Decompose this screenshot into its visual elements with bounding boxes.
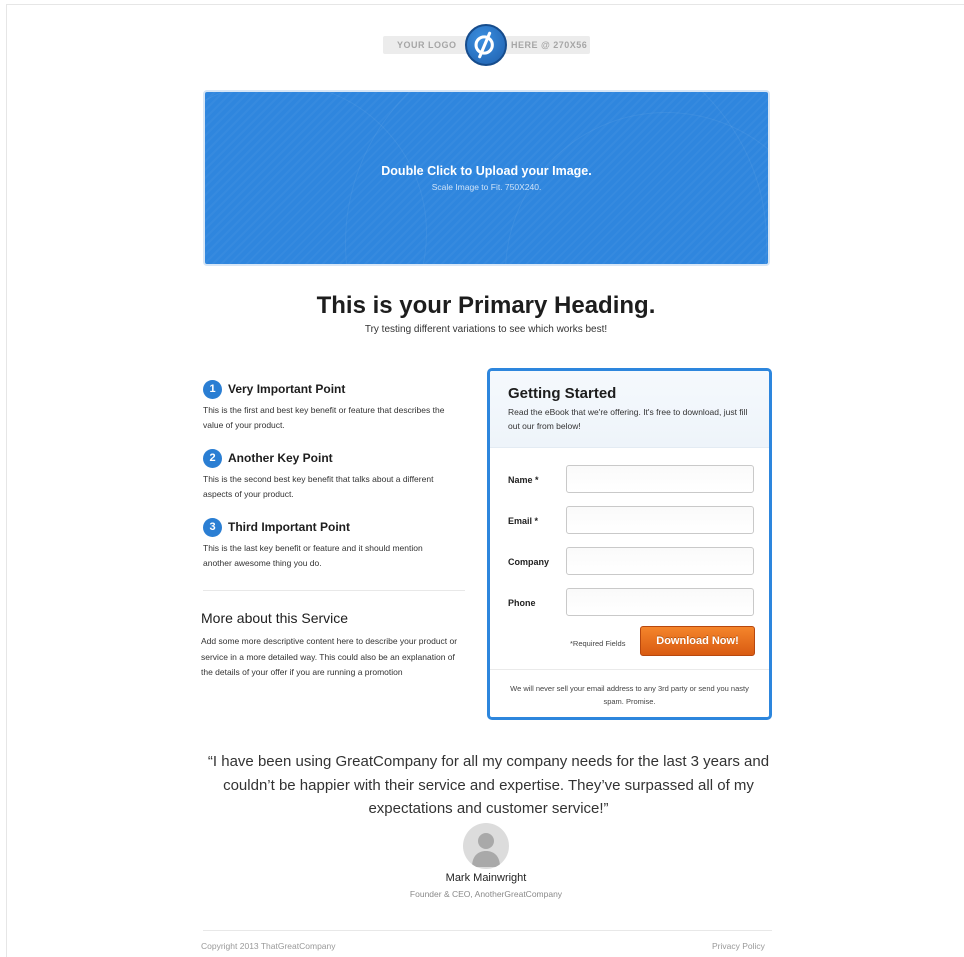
- company-label: Company: [508, 557, 550, 567]
- required-fields-note: *Required Fields: [570, 639, 626, 648]
- name-label: Name *: [508, 475, 539, 485]
- name-field[interactable]: [566, 465, 754, 493]
- logo-text-left: YOUR LOGO: [397, 40, 457, 50]
- testimonial-quote: “I have been using GreatCompany for all …: [207, 753, 770, 817]
- point-title: Another Key Point: [228, 451, 333, 465]
- sub-heading: Try testing different variations to see …: [364, 324, 608, 335]
- number-badge-icon: 3: [203, 518, 222, 537]
- section-divider: [203, 590, 465, 591]
- phone-label: Phone: [508, 598, 536, 608]
- download-now-button[interactable]: Download Now!: [640, 626, 755, 656]
- hero-title: Double Click to Upload your Image.: [381, 164, 592, 178]
- email-label: Email *: [508, 516, 539, 526]
- form-footer-divider: [490, 669, 769, 670]
- number-badge-icon: 2: [203, 449, 222, 468]
- more-about-description: Add some more descriptive content here t…: [201, 636, 458, 677]
- point-description: This is the last key benefit or feature …: [203, 543, 423, 568]
- point-title: Very Important Point: [228, 382, 346, 396]
- user-avatar-icon: [463, 823, 509, 869]
- point-description: This is the second best key benefit that…: [203, 474, 434, 499]
- company-field[interactable]: [566, 547, 754, 575]
- hero-image-upload[interactable]: Double Click to Upload your Image. Scale…: [203, 90, 770, 266]
- phone-field[interactable]: [566, 588, 754, 616]
- testimonial-author-role: Founder & CEO, AnotherGreatCompany: [409, 889, 563, 899]
- lead-form: Getting Started Read the eBook that we'r…: [487, 368, 772, 720]
- form-title: Getting Started: [508, 385, 617, 402]
- point-title: Third Important Point: [228, 520, 350, 534]
- unbounce-logo-icon: [465, 24, 507, 66]
- point-description: This is the first and best key benefit o…: [203, 405, 445, 430]
- logo[interactable]: YOUR LOGO HERE @ 270X56: [0, 24, 964, 68]
- number-badge-icon: 1: [203, 380, 222, 399]
- testimonial-author: Mark Mainwright: [445, 872, 527, 884]
- primary-heading: This is your Primary Heading.: [316, 292, 656, 319]
- privacy-policy-link[interactable]: Privacy Policy: [712, 941, 765, 951]
- email-field[interactable]: [566, 506, 754, 534]
- form-intro: Read the eBook that we're offering. It's…: [508, 407, 748, 431]
- logo-text-right: HERE @ 270X56: [511, 40, 588, 50]
- privacy-note: We will never sell your email address to…: [510, 684, 749, 706]
- footer-divider: [203, 930, 772, 931]
- more-about-title: More about this Service: [201, 610, 349, 626]
- copyright-text: Copyright 2013 ThatGreatCompany: [201, 941, 336, 951]
- hero-subtitle: Scale Image to Fit. 750X240.: [431, 182, 542, 192]
- form-header: Getting Started Read the eBook that we'r…: [490, 371, 769, 448]
